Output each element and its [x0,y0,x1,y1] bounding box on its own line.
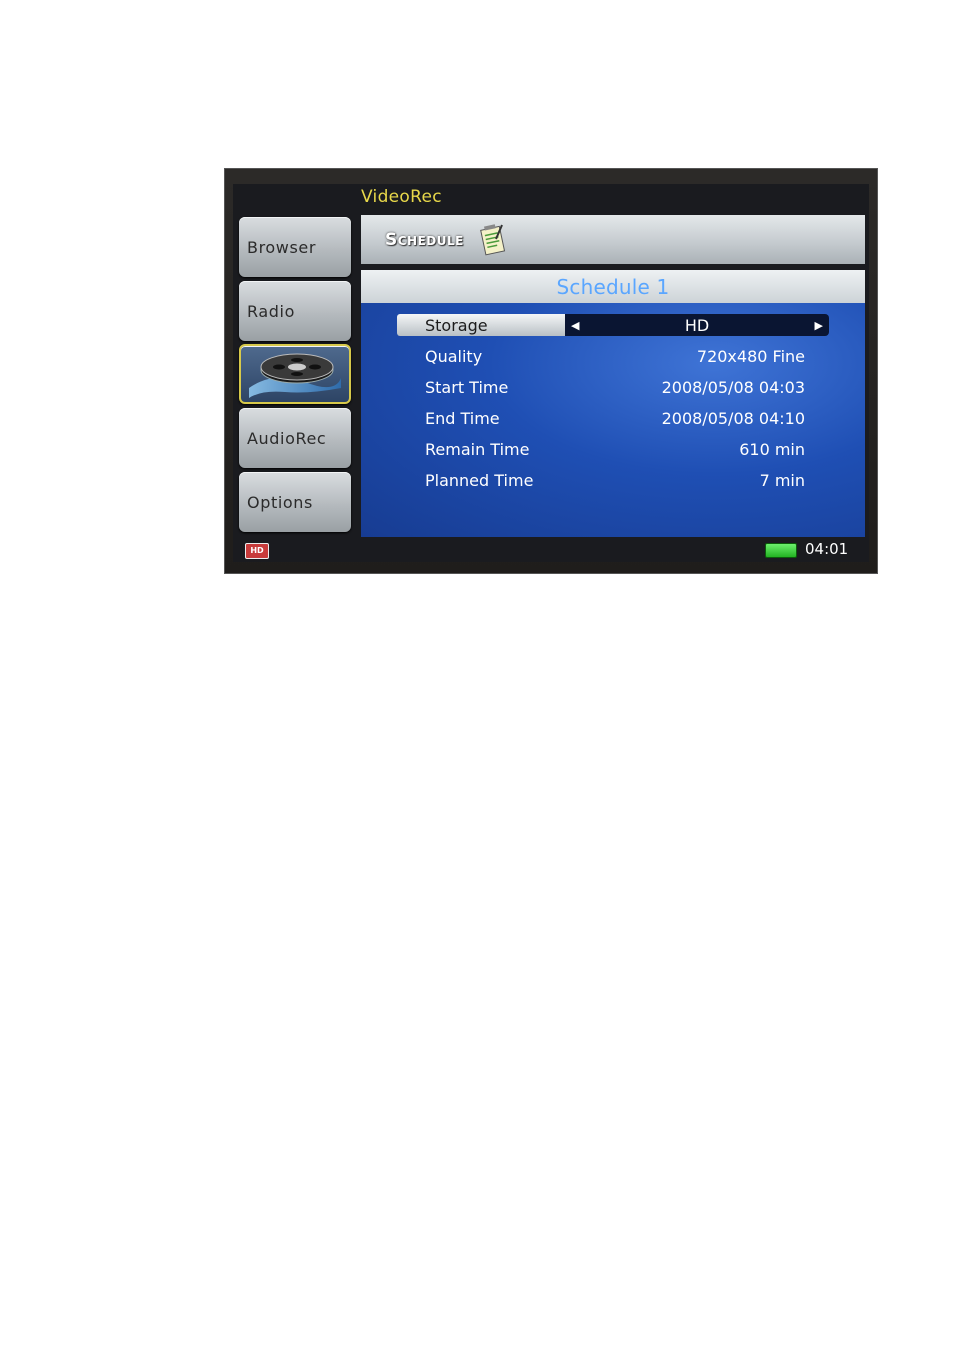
storage-value: HD [684,315,710,335]
film-reel-icon [249,353,341,398]
header-bar: Schedule [361,215,865,264]
screen: VideoRec Browser Radio AudioRec Options … [233,184,869,562]
row-label: Remain Time [425,439,530,459]
arrow-right-icon[interactable]: ▶ [815,319,823,332]
list-item-planned-time[interactable]: Planned Time 7 min [397,467,829,493]
sidebar-item-radio[interactable]: Radio [239,281,351,341]
storage-label: Storage [397,314,565,336]
schedule-title-bar: Schedule 1 [361,270,865,303]
status-bar: HD 04:01 [233,540,869,562]
device-frame: VideoRec Browser Radio AudioRec Options … [224,168,878,574]
sidebar-item-label: Radio [247,301,295,321]
row-label: Planned Time [425,470,534,490]
battery-icon [765,543,797,558]
list-item-remain-time[interactable]: Remain Time 610 min [397,436,829,462]
arrow-left-icon[interactable]: ◀ [571,319,579,332]
schedule-title: Schedule 1 [556,274,670,299]
sidebar-item-label: Browser [247,237,317,257]
row-value: 610 min [739,439,805,459]
row-value: 720x480 Fine [696,346,805,366]
row-label: Start Time [425,377,509,397]
header-title: Schedule [385,229,464,250]
list-item-start-time[interactable]: Start Time 2008/05/08 04:03 [397,374,829,400]
sidebar-item-videorec[interactable] [239,344,351,404]
clock: 04:01 [805,540,849,558]
schedule-notepad-icon [479,223,505,255]
sidebar-item-label: Options [247,492,313,512]
row-value: 2008/05/08 04:03 [661,377,805,397]
row-label: Quality [425,346,483,366]
row-value: 7 min [759,470,805,490]
list-item-end-time[interactable]: End Time 2008/05/08 04:10 [397,405,829,431]
sidebar-item-options[interactable]: Options [239,472,351,532]
list-item-quality[interactable]: Quality 720x480 Fine [397,343,829,369]
hd-storage-icon: HD [245,543,269,559]
sidebar-item-browser[interactable]: Browser [239,217,351,277]
storage-selector[interactable]: ◀ HD ▶ [565,314,829,336]
storage-row[interactable]: Storage ◀ HD ▶ [397,312,829,338]
row-value: 2008/05/08 04:10 [661,408,805,428]
row-label: End Time [425,408,500,428]
schedule-panel: Schedule 1 Storage ◀ HD ▶ Quality 720x48… [361,270,865,537]
sidebar-item-label: AudioRec [247,428,327,448]
sidebar-item-audiorec[interactable]: AudioRec [239,408,351,468]
app-title: VideoRec [361,187,442,207]
